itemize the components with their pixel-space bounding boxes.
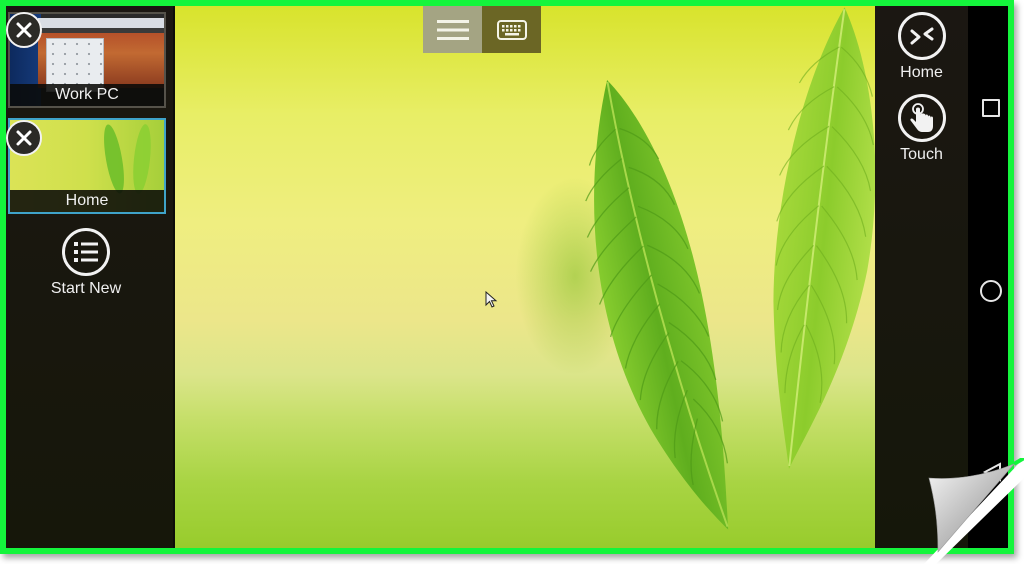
start-new-button[interactable]: Start New <box>6 228 166 298</box>
session-label: Work PC <box>10 84 164 106</box>
touch-mode-button[interactable]: Touch <box>875 94 968 164</box>
keyboard-button[interactable] <box>482 6 541 53</box>
close-icon <box>16 22 32 38</box>
home-label: Home <box>900 64 943 81</box>
page-curl-decoration <box>924 458 1024 564</box>
session-sidebar: Work PC Home Start New <box>6 6 175 548</box>
list-icon <box>62 228 110 276</box>
leaf-preview <box>100 123 128 195</box>
recents-button[interactable] <box>982 99 1000 117</box>
close-icon <box>16 130 32 146</box>
leaf-preview <box>130 123 154 195</box>
hamburger-menu-icon <box>436 19 469 40</box>
close-session-home-button[interactable] <box>6 120 42 156</box>
home-button[interactable]: Home <box>875 12 968 82</box>
start-new-label: Start New <box>50 280 122 297</box>
screen-frame: Work PC Home Start New Home Touch <box>0 0 1014 554</box>
wallpaper-leaf <box>773 7 875 470</box>
touch-label: Touch <box>900 146 943 163</box>
android-home-button[interactable] <box>980 280 1002 302</box>
top-toolbar <box>423 6 541 53</box>
mouse-pointer-icon <box>485 291 498 308</box>
menu-button[interactable] <box>423 6 482 53</box>
remote-desktop-view[interactable] <box>175 6 875 548</box>
close-session-work-pc-button[interactable] <box>6 12 42 48</box>
session-label: Home <box>10 190 164 212</box>
keyboard-icon <box>496 19 527 40</box>
touch-hand-icon <box>897 94 946 142</box>
collapse-arrows-icon <box>897 12 946 60</box>
